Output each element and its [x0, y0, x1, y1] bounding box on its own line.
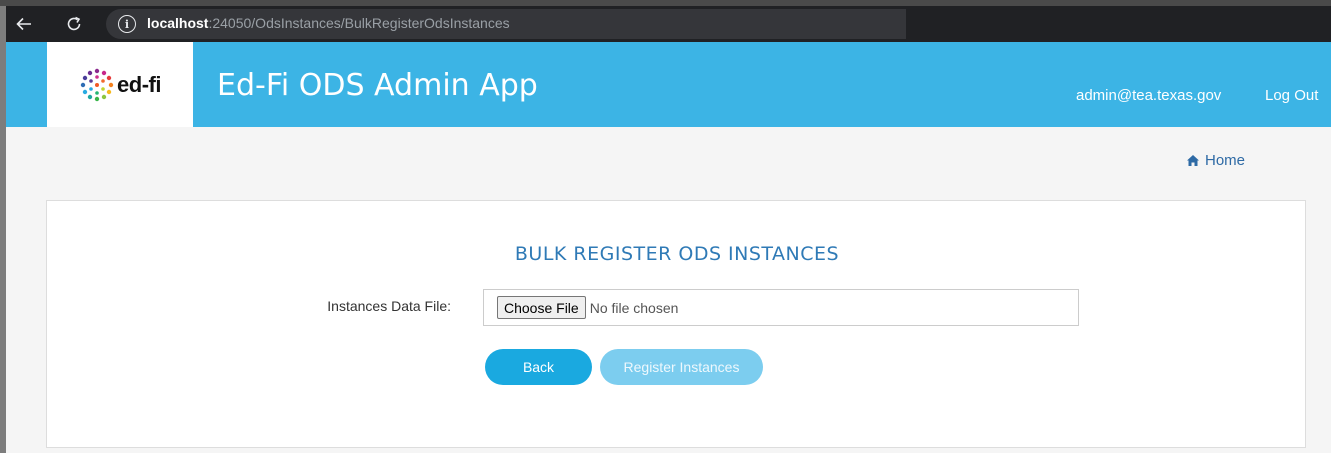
url-host: localhost: [147, 15, 209, 31]
address-bar-end: [906, 9, 1331, 39]
home-icon: [1187, 155, 1199, 166]
app-window: i localhost:24050/OdsInstances/BulkRegis…: [0, 0, 1331, 453]
instances-data-file-input[interactable]: Choose File No file chosen: [483, 289, 1079, 326]
breadcrumb-home[interactable]: Home: [1186, 152, 1245, 169]
site-info-icon[interactable]: i: [118, 15, 136, 33]
browser-toolbar: i localhost:24050/OdsInstances/BulkRegis…: [6, 6, 1331, 42]
bulk-register-panel: BULK REGISTER ODS INSTANCES Instances Da…: [46, 200, 1306, 448]
reload-icon[interactable]: [56, 6, 92, 42]
no-file-chosen-text: No file chosen: [589, 299, 679, 316]
app-header: ed-fi Ed-Fi ODS Admin App admin@tea.texa…: [6, 42, 1331, 127]
logout-link[interactable]: Log Out: [1265, 87, 1318, 104]
instances-data-file-label: Instances Data File:: [327, 298, 451, 314]
user-email: admin@tea.texas.gov: [1076, 87, 1222, 104]
window-edge-top: [0, 0, 1331, 6]
window-edge-left: [0, 0, 6, 453]
page-title: BULK REGISTER ODS INSTANCES: [514, 243, 840, 265]
breadcrumb-home-label: Home: [1205, 152, 1246, 169]
logo-wordmark: ed-fi: [117, 71, 161, 97]
choose-file-button[interactable]: Choose File: [497, 296, 586, 319]
app-title: Ed-Fi ODS Admin App: [217, 68, 538, 103]
ed-fi-logo-mark-icon: [80, 68, 114, 101]
register-instances-button[interactable]: Register Instances: [600, 349, 763, 385]
ed-fi-logo[interactable]: ed-fi: [47, 42, 193, 127]
main-content: Home BULK REGISTER ODS INSTANCES Instanc…: [6, 127, 1331, 453]
back-arrow-icon[interactable]: [6, 6, 42, 42]
back-button[interactable]: Back: [485, 349, 592, 385]
url-text[interactable]: localhost:24050/OdsInstances/BulkRegiste…: [147, 15, 510, 31]
url-path: :24050/OdsInstances/BulkRegisterOdsInsta…: [208, 15, 510, 31]
